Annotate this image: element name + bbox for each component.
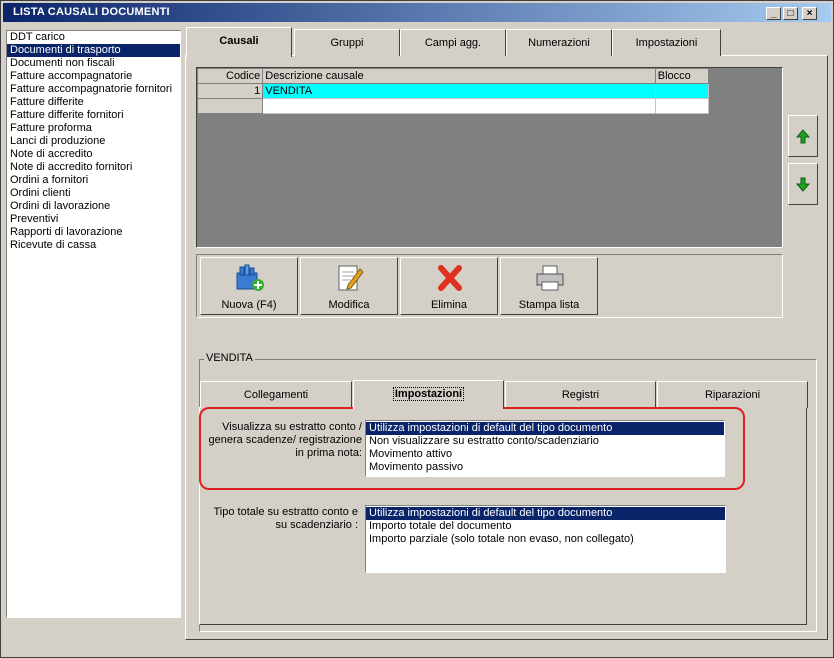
delete-button[interactable]: Elimina [400, 257, 498, 315]
subtab-registri[interactable]: Registri [505, 381, 656, 408]
list-option[interactable]: Utilizza impostazioni di default del tip… [366, 507, 725, 520]
subtab-riparazioni[interactable]: Riparazioni [657, 381, 808, 408]
delete-x-icon [438, 265, 462, 291]
list-item[interactable]: Fatture differite [7, 96, 180, 109]
subtab-impostazioni-label: Impostazioni [392, 387, 465, 401]
label-line: in prima nota: [295, 447, 362, 459]
row-block[interactable] [654, 83, 710, 99]
column-header-description[interactable]: Descrizione causale [262, 68, 656, 84]
tab-causali[interactable]: Causali [186, 27, 292, 57]
row-block[interactable] [654, 98, 710, 114]
list-option[interactable]: Importo parziale (solo totale non evaso,… [366, 533, 725, 546]
tab-numerazioni[interactable]: Numerazioni [506, 29, 612, 56]
arrow-up-icon [795, 129, 811, 144]
tab-campi-agg[interactable]: Campi agg. [400, 29, 506, 56]
total-type-label: Tipo totale su estratto conto e su scade… [200, 506, 358, 532]
list-item[interactable]: Rapporti di lavorazione [7, 226, 180, 239]
close-button[interactable]: × [802, 7, 817, 20]
list-item[interactable]: Ordini a fornitori [7, 174, 180, 187]
list-option[interactable]: Movimento attivo [366, 448, 724, 461]
column-header-code[interactable]: Codice [196, 68, 264, 84]
label-line: genera scadenze/ registrazione [208, 434, 362, 446]
row-code[interactable]: 1 [196, 83, 264, 99]
column-header-block[interactable]: Blocco [654, 68, 710, 84]
list-option[interactable]: Importo totale del documento [366, 520, 725, 533]
list-option[interactable]: Movimento passivo [366, 461, 724, 474]
list-item[interactable]: Lanci di produzione [7, 135, 180, 148]
list-item[interactable]: DDT carico [7, 31, 180, 44]
row-description[interactable] [262, 98, 656, 114]
print-list-button-label: Stampa lista [518, 299, 580, 311]
grid-header-row: Codice Descrizione causale Blocco [196, 68, 710, 84]
list-option[interactable]: Non visualizzare su estratto conto/scade… [366, 435, 724, 448]
list-item[interactable]: Note di accredito [7, 148, 180, 161]
delete-button-label: Elimina [430, 299, 468, 311]
list-item[interactable]: Documenti non fiscali [7, 57, 180, 70]
list-item[interactable]: Fatture accompagnatorie fornitori [7, 83, 180, 96]
window-title: LISTA CAUSALI DOCUMENTI [13, 6, 170, 18]
tab-gruppi[interactable]: Gruppi [294, 29, 400, 56]
subtab-impostazioni[interactable]: Impostazioni [353, 380, 504, 409]
list-item[interactable]: Ordini clienti [7, 187, 180, 200]
extract-account-label: Visualizza su estratto conto / genera sc… [200, 421, 362, 460]
extract-account-listbox[interactable]: Utilizza impostazioni di default del tip… [365, 420, 725, 477]
list-item[interactable]: Fatture differite fornitori [7, 109, 180, 122]
arrow-down-icon [795, 177, 811, 192]
edit-document-icon [338, 265, 364, 291]
list-item[interactable]: Ordini di lavorazione [7, 200, 180, 213]
table-row-new[interactable] [196, 98, 710, 114]
list-item[interactable]: Preventivi [7, 213, 180, 226]
edit-button-label: Modifica [328, 299, 370, 311]
row-code[interactable] [196, 98, 264, 114]
document-type-list[interactable]: DDT carico Documenti di trasporto Docume… [6, 30, 181, 618]
minimize-button[interactable]: _ [766, 7, 781, 20]
list-item[interactable]: Documenti di trasporto [7, 44, 180, 57]
move-down-button[interactable] [788, 163, 818, 205]
group-title: VENDITA [204, 352, 255, 364]
maximize-button[interactable]: □ [783, 7, 798, 20]
list-item[interactable]: Note di accredito fornitori [7, 161, 180, 174]
label-line: su scadenziario : [275, 519, 358, 531]
list-item[interactable]: Fatture accompagnatorie [7, 70, 180, 83]
edit-button[interactable]: Modifica [300, 257, 398, 315]
table-row[interactable]: 1 VENDITA [196, 83, 710, 99]
new-button-label: Nuova (F4) [221, 299, 277, 311]
label-line: Tipo totale su estratto conto e [213, 506, 358, 518]
move-up-button[interactable] [788, 115, 818, 157]
total-type-listbox[interactable]: Utilizza impostazioni di default del tip… [365, 505, 726, 573]
row-description[interactable]: VENDITA [262, 83, 656, 99]
printer-icon [536, 265, 564, 291]
list-item[interactable]: Ricevute di cassa [7, 239, 180, 252]
title-bar[interactable]: LISTA CAUSALI DOCUMENTI _ □ × [3, 3, 831, 22]
label-line: Visualizza su estratto conto / [222, 421, 362, 433]
print-list-button[interactable]: Stampa lista [500, 257, 598, 315]
list-option[interactable]: Utilizza impostazioni di default del tip… [366, 422, 724, 435]
list-item[interactable]: Fatture proforma [7, 122, 180, 135]
tab-impostazioni[interactable]: Impostazioni [612, 29, 721, 56]
new-document-icon [236, 264, 264, 291]
new-button[interactable]: Nuova (F4) [200, 257, 298, 315]
causali-grid[interactable]: Codice Descrizione causale Blocco 1 VEND… [196, 67, 783, 248]
subtab-collegamenti[interactable]: Collegamenti [200, 381, 352, 408]
